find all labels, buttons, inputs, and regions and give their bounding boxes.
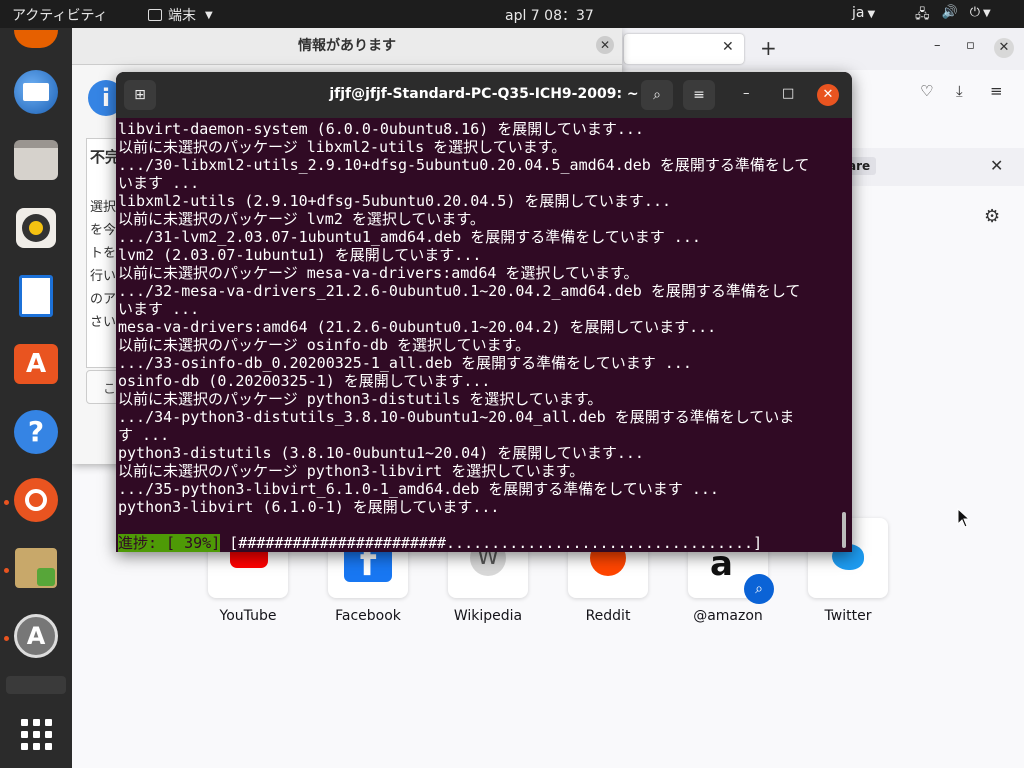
search-icon: ⌕: [744, 574, 774, 604]
terminal-line: 以前に未選択のパッケージ osinfo-db を選択しています。: [118, 336, 531, 354]
terminal-line: .../30-libxml2-utils_2.9.10+dfsg-5ubuntu…: [118, 156, 810, 174]
search-icon[interactable]: ⌕: [641, 80, 673, 110]
terminal-line: 以前に未選択のパッケージ mesa-va-drivers:amd64 を選択して…: [118, 264, 639, 282]
dock-item-help[interactable]: ?: [12, 408, 60, 456]
menu-icon[interactable]: ≡: [990, 82, 1003, 100]
dock-item-writer[interactable]: [12, 272, 60, 320]
ubuntu-icon: [14, 478, 58, 522]
firefox-icon: [14, 30, 58, 48]
site-label: Twitter: [824, 608, 872, 624]
power-icon: ⏻ ▼: [969, 5, 991, 20]
mouse-cursor-icon: [957, 508, 971, 528]
system-tray[interactable]: 🖧 🔊 ⏻ ▼: [915, 5, 991, 27]
terminal-line: 以前に未選択のパッケージ python3-distutils を選択しています。: [118, 390, 603, 408]
site-label: Reddit: [585, 608, 631, 624]
close-icon[interactable]: ✕: [990, 156, 1003, 175]
chevron-down-icon: ▼: [205, 9, 213, 21]
dock-item-installer[interactable]: [12, 544, 60, 592]
dock-separator: [6, 676, 66, 694]
terminal-line: osinfo-db (0.20200325-1) を展開しています...: [118, 372, 491, 390]
hamburger-menu-icon[interactable]: ≡: [683, 80, 715, 110]
terminal-output[interactable]: libvirt-daemon-system (6.0.0-0ubuntu8.16…: [118, 120, 838, 516]
terminal-icon: [148, 9, 162, 21]
terminal-line: python3-libvirt (6.1.0-1) を展開しています...: [118, 498, 500, 516]
software-updater-icon: A: [14, 614, 58, 658]
terminal-line: .../34-python3-distutils_3.8.10-0ubuntu1…: [118, 408, 795, 426]
terminal-title: jfjf@jfjf-Standard-PC-Q35-ICH9-2009: ~: [329, 86, 639, 102]
dialog-line: さい: [90, 315, 117, 330]
terminal-line: mesa-va-drivers:amd64 (21.2.6-0ubuntu0.1…: [118, 318, 717, 336]
site-label: Wikipedia: [453, 608, 523, 624]
terminal-line: libvirt-daemon-system (6.0.0-0ubuntu8.16…: [118, 120, 644, 138]
activities-button[interactable]: アクティビティ: [12, 5, 108, 25]
terminal-line: lvm2 (2.03.07-1ubuntu1) を展開しています...: [118, 246, 482, 264]
thunderbird-icon: [14, 70, 58, 114]
dock: A ? A: [0, 28, 72, 768]
app-menu[interactable]: 端末 ▼: [148, 5, 213, 25]
browser-close-button[interactable]: ✕: [994, 38, 1014, 58]
package-install-icon: [15, 548, 57, 588]
software-store-icon: A: [14, 344, 58, 384]
pocket-icon[interactable]: ♡: [920, 82, 933, 100]
downloads-icon[interactable]: ⤓: [956, 82, 963, 100]
files-icon: [14, 140, 58, 180]
terminal-line: す ...: [118, 426, 170, 444]
terminal-line: います ...: [118, 174, 200, 192]
terminal-line: libxml2-utils (2.9.10+dfsg-5ubuntu0.20.0…: [118, 192, 672, 210]
site-label: @amazon: [693, 608, 763, 624]
maximize-button[interactable]: ▫: [966, 38, 975, 53]
progress-label: 進捗: [ 39%]: [118, 534, 221, 552]
site-label: Facebook: [335, 608, 401, 624]
dialog-line: のア: [90, 292, 117, 307]
terminal-line: python3-distutils (3.8.10-0ubuntu1~20.04…: [118, 444, 644, 462]
app-menu-label: 端末: [168, 8, 196, 24]
dock-item-rhythmbox[interactable]: [12, 204, 60, 252]
terminal-line: .../35-python3-libvirt_6.1.0-1_amd64.deb…: [118, 480, 719, 498]
terminal-line: .../32-mesa-va-drivers_21.2.6-0ubuntu0.1…: [118, 282, 801, 300]
minimize-button[interactable]: –: [934, 38, 941, 53]
tab-close-icon[interactable]: ✕: [722, 39, 734, 55]
dialog-line: トを: [90, 246, 117, 261]
terminal-line: 以前に未選択のパッケージ lvm2 を選択しています。: [118, 210, 485, 228]
dialog-line: を今: [90, 223, 117, 238]
network-icon: 🖧: [915, 7, 930, 22]
site-label: YouTube: [219, 608, 277, 624]
app-grid-icon: [20, 718, 52, 750]
terminal-line: .../33-osinfo-db_0.20200325-1_all.deb を展…: [118, 354, 692, 372]
terminal-line: 以前に未選択のパッケージ python3-libvirt を選択しています。: [118, 462, 585, 480]
progress-bar: [#######################................…: [220, 534, 763, 552]
dialog-close-button[interactable]: ✕: [596, 36, 614, 54]
close-button[interactable]: ✕: [817, 84, 839, 106]
dock-item-ubuntu-software[interactable]: A: [12, 340, 60, 388]
volume-icon: 🔊: [941, 5, 958, 20]
dialog-line: 選択: [90, 200, 117, 215]
show-apps-button[interactable]: [12, 710, 60, 758]
dialog-line: 行い: [90, 269, 117, 284]
maximize-button[interactable]: □: [782, 86, 794, 101]
rhythmbox-icon: [16, 208, 56, 248]
terminal-line: います ...: [118, 300, 200, 318]
input-method-label: ja: [852, 5, 865, 21]
dialog-title: 情報があります: [72, 28, 622, 65]
scrollbar[interactable]: [842, 512, 846, 548]
dialog-button-label: こ: [103, 382, 117, 397]
dock-item-software-updater[interactable]: A: [12, 612, 60, 660]
gear-icon[interactable]: ⚙: [984, 206, 1000, 227]
input-method-menu[interactable]: ja ▼: [852, 5, 875, 21]
terminal-line: 以前に未選択のパッケージ libxml2-utils を選択しています。: [118, 138, 567, 156]
writer-icon: [19, 275, 53, 317]
new-tab-button[interactable]: +: [760, 36, 777, 60]
help-icon: ?: [14, 410, 58, 454]
progress-line: 進捗: [ 39%] [#######################.....…: [118, 534, 762, 552]
terminal-window[interactable]: ⊞ jfjf@jfjf-Standard-PC-Q35-ICH9-2009: ~…: [116, 72, 852, 552]
terminal-line: .../31-lvm2_2.03.07-1ubuntu1_amd64.deb を…: [118, 228, 701, 246]
clock[interactable]: apl 7 08：37: [505, 5, 594, 25]
chevron-down-icon: ▼: [867, 9, 876, 20]
top-bar: アクティビティ 端末 ▼ apl 7 08：37 ja ▼ 🖧 🔊 ⏻ ▼: [0, 0, 1024, 28]
dock-item-files[interactable]: [12, 136, 60, 184]
minimize-button[interactable]: –: [743, 86, 750, 101]
dock-item-ubuntu[interactable]: [12, 476, 60, 524]
dock-item-thunderbird[interactable]: [12, 68, 60, 116]
